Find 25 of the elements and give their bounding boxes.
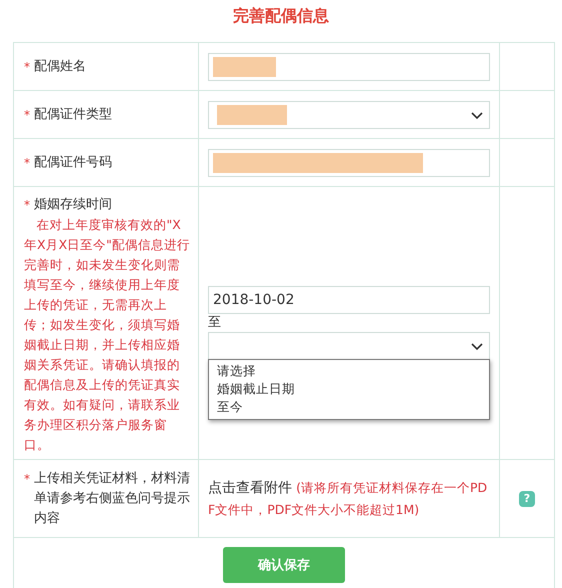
required-mark: * <box>24 197 30 214</box>
dropdown-option[interactable]: 至今 <box>209 398 489 416</box>
view-attachment-link[interactable]: 点击查看附件 <box>208 480 292 496</box>
form-title: 完善配偶信息 <box>232 5 330 27</box>
field-label: 配偶证件号码 <box>34 154 112 172</box>
field-label: 配偶证件类型 <box>34 106 112 124</box>
field-label: 上传相关凭证材料，材料清单请参考右侧蓝色问号提示内容 <box>34 470 191 528</box>
select-field[interactable] <box>208 100 490 128</box>
required-mark: * <box>24 470 30 488</box>
input-field[interactable] <box>208 52 490 80</box>
field-label: 婚姻存续时间 <box>34 196 112 214</box>
dropdown-option[interactable]: 婚姻截止日期 <box>209 380 489 398</box>
date-field[interactable]: 2018-10-02 <box>208 286 490 314</box>
field-label: 配偶姓名 <box>34 58 86 76</box>
dropdown-option[interactable]: 请选择 <box>209 362 489 380</box>
chevron-down-icon <box>471 343 483 351</box>
required-mark: * <box>24 106 30 124</box>
required-mark: * <box>24 58 30 76</box>
note-text: 在对上年度审核有效的"X年X月X日至今"配偶信息进行完善时，如未发生变化则需填写至今，继续使用上年度上传的凭证，无需再次上传；如发生变化，须填写婚姻截止日期，并上传相应婚姻关系凭证。请确认填报的配偶信息及上传的凭证真实有效。如有疑问，请联系业务办理区积分落户服务窗口。 <box>24 216 191 454</box>
chevron-down-icon <box>471 112 483 120</box>
select-field[interactable] <box>208 332 490 360</box>
input-field[interactable] <box>208 148 490 176</box>
range-separator: 至 <box>208 314 222 332</box>
required-mark: * <box>24 154 30 172</box>
upload-instruction: 点击查看附件 (请将所有凭证材料保存在一个PDF文件中，PDF文件大小不能超过1M) <box>208 478 488 518</box>
